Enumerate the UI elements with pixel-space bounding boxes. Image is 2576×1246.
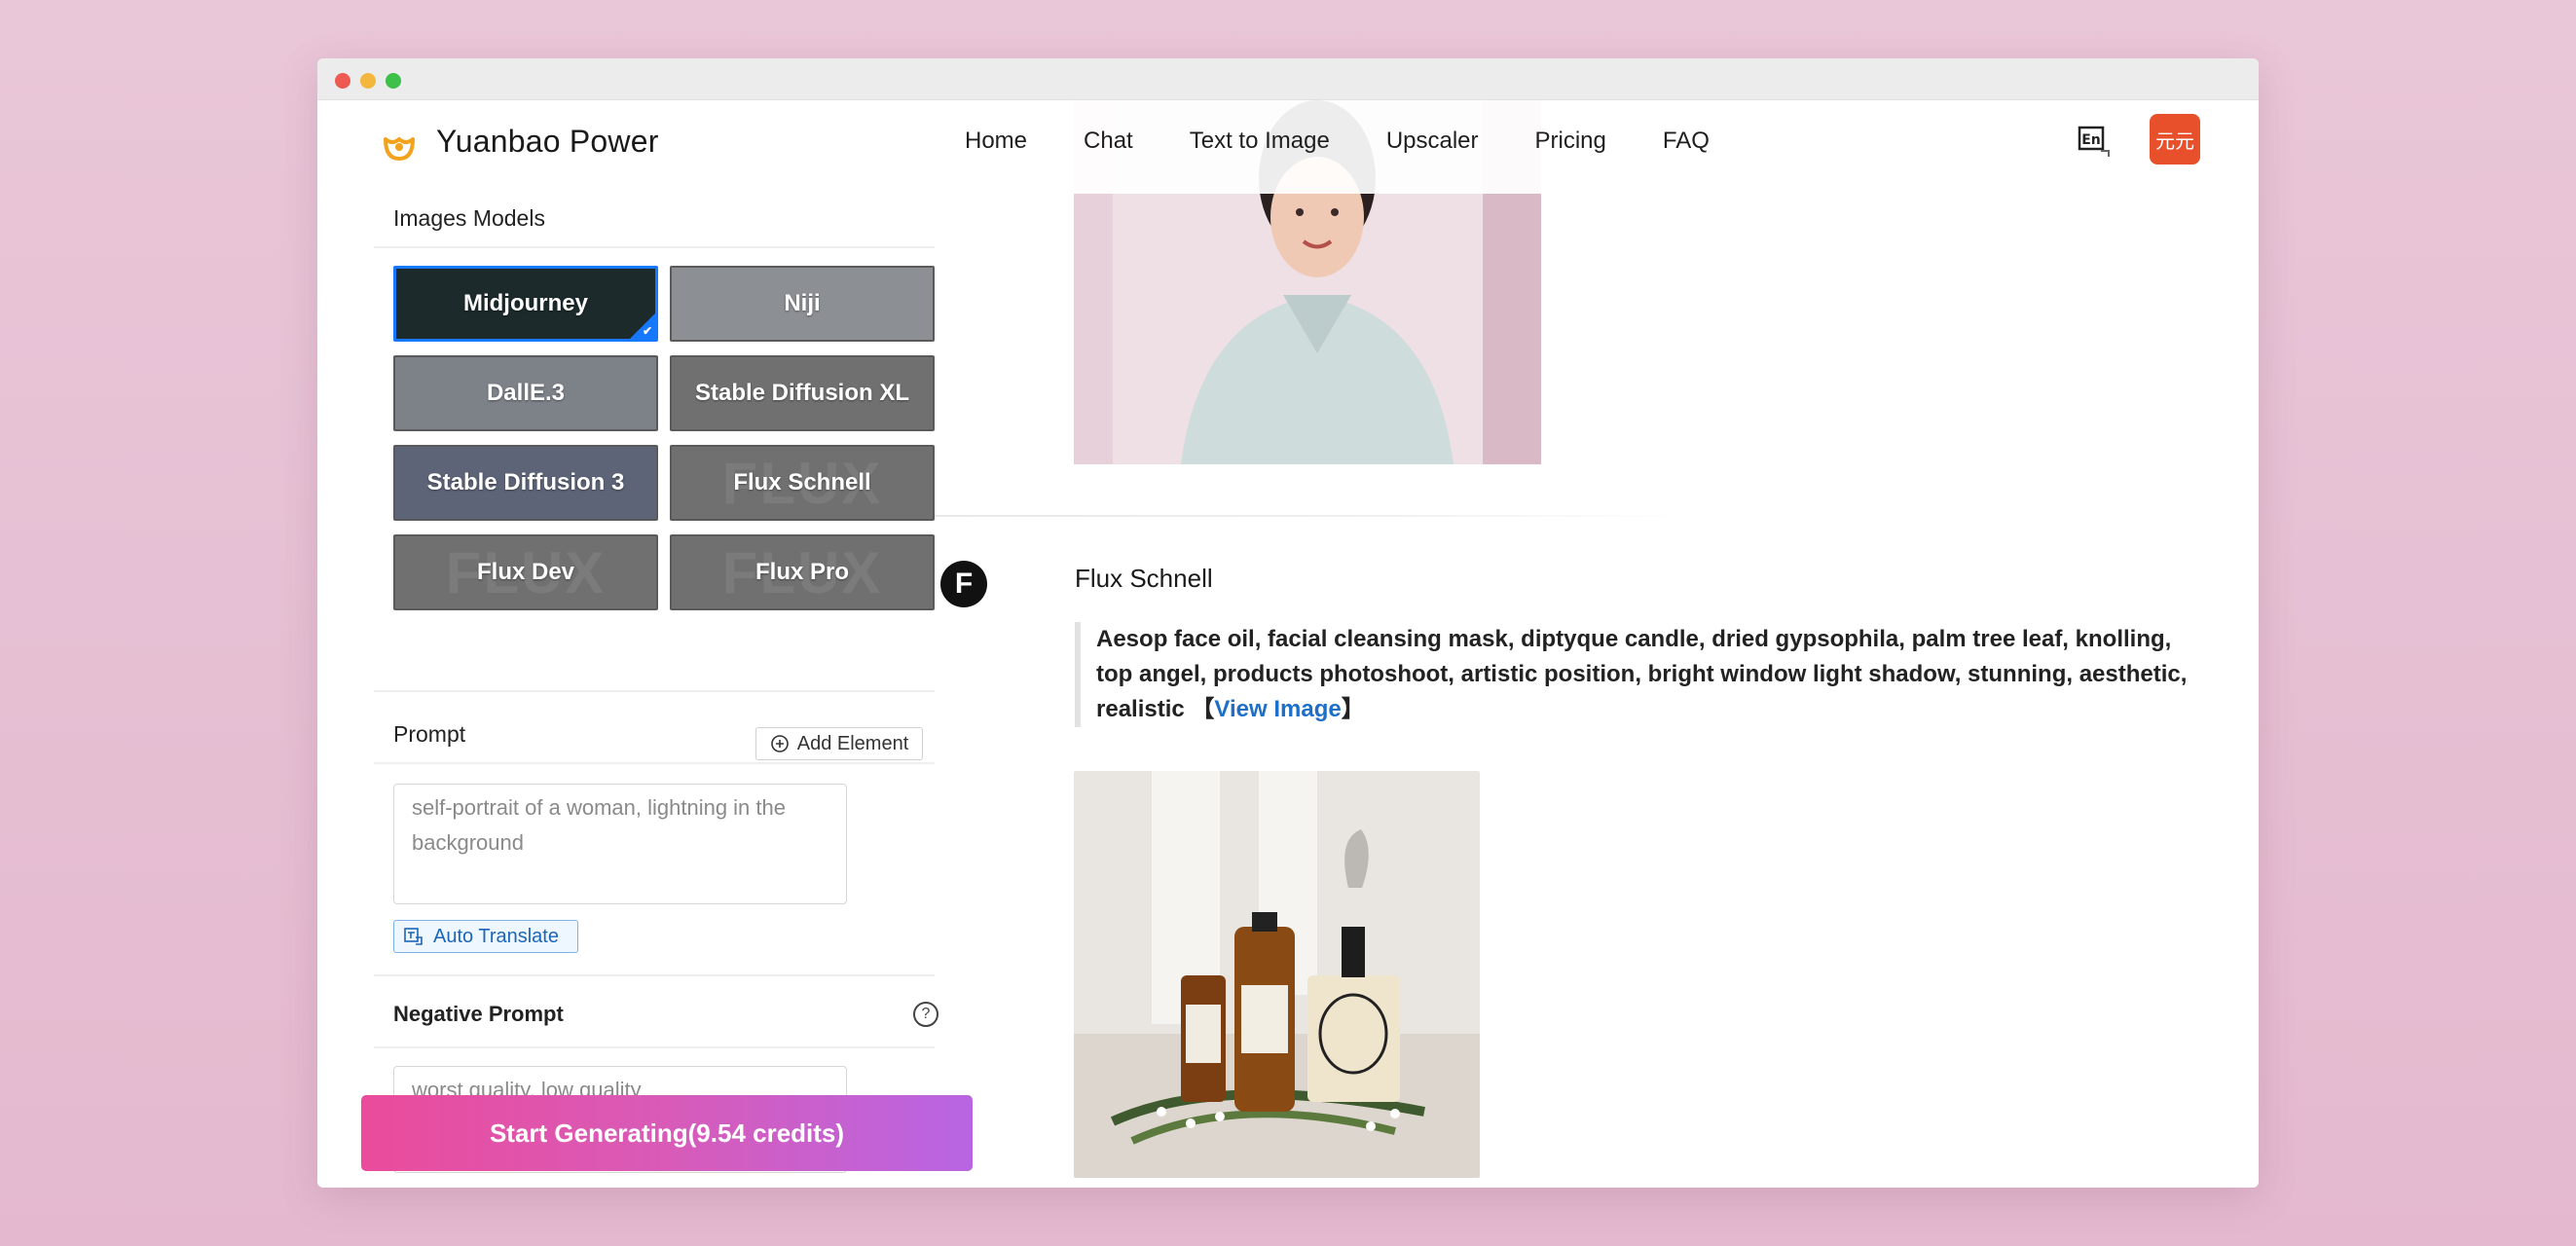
auto-translate-label: Auto Translate [433,925,559,947]
start-generating-button[interactable]: Start Generating(9.54 credits) [361,1095,973,1171]
browser-window: F Flux Schnell Aesop face oil, facial cl… [317,58,2259,1188]
logo-icon[interactable] [380,126,419,165]
model-label: Flux Dev [476,559,575,585]
add-element-label: Add Element [796,732,909,754]
nav-text-to-image[interactable]: Text to Image [1190,128,1330,155]
nav-home[interactable]: Home [965,128,1027,155]
model-label: Flux Schnell [733,469,871,495]
model-label: Flux Pro [754,559,849,585]
result-prompt: Aesop face oil, facial cleansing mask, d… [1075,622,2206,727]
divider [374,1046,935,1048]
checkmark-icon: ✔ [642,324,652,338]
model-flux-schnell[interactable]: FLUX Flux Schnell [670,445,935,521]
nav-pricing[interactable]: Pricing [1535,128,1606,155]
translate-icon [404,928,423,945]
maximize-window-button[interactable] [386,73,401,89]
view-image-bracket-open: 【 [1191,696,1215,722]
model-label: Niji [784,290,821,316]
model-midjourney[interactable]: Midjourney ✔ [393,266,658,342]
language-icon[interactable]: En [2076,122,2115,161]
main-nav: Home Chat Text to Image Upscaler Pricing… [965,128,1766,155]
results-panel: F Flux Schnell Aesop face oil, facial cl… [935,100,2259,1188]
generation-sidebar: Images Models Midjourney ✔ Niji DallE.3 … [374,194,938,1188]
model-dalle3[interactable]: DallE.3 [393,355,658,431]
divider [374,246,935,248]
divider [374,690,935,692]
negative-prompt-title: Negative Prompt [393,1002,564,1026]
close-window-button[interactable] [335,73,350,89]
model-label: DallE.3 [486,380,566,406]
generated-image-products[interactable] [1074,771,1480,1178]
nav-chat[interactable]: Chat [1084,128,1133,155]
model-niji[interactable]: Niji [670,266,935,342]
language-icon-text: En [2081,132,2101,148]
add-element-icon [770,735,789,752]
model-label: Midjourney [462,290,588,316]
result-model-name: Flux Schnell [1075,564,1213,593]
nav-upscaler[interactable]: Upscaler [1386,128,1479,155]
prompt-input[interactable]: self-portrait of a woman, lightning in t… [393,784,847,904]
model-flux-dev[interactable]: FLUX Flux Dev [393,534,658,610]
view-image-bracket-close: 】 [1341,696,1365,722]
brand-name[interactable]: Yuanbao Power [436,124,659,160]
model-stable-diffusion-3[interactable]: Stable Diffusion 3 [393,445,658,521]
add-element-button[interactable]: Add Element [755,727,923,760]
divider [374,762,935,764]
user-avatar[interactable]: 元元 [2150,114,2200,165]
images-models-title: Images Models [393,205,545,231]
model-flux-pro[interactable]: FLUX Flux Pro [670,534,935,610]
window-titlebar [317,58,2259,100]
prompt-title: Prompt [393,721,466,747]
model-label: Stable Diffusion 3 [426,469,625,495]
result-divider [935,515,1694,517]
auto-translate-button[interactable]: Auto Translate [393,920,578,953]
model-label: Stable Diffusion XL [694,380,909,406]
help-icon[interactable]: ? [913,1002,938,1027]
divider [374,974,935,976]
flux-model-icon: F [940,561,987,607]
view-image-link[interactable]: View Image [1214,696,1341,722]
top-navbar: Yuanbao Power Home Chat Text to Image Up… [317,100,2259,194]
model-stable-diffusion-xl[interactable]: Stable Diffusion XL [670,355,935,431]
minimize-window-button[interactable] [360,73,376,89]
nav-faq[interactable]: FAQ [1663,128,1710,155]
